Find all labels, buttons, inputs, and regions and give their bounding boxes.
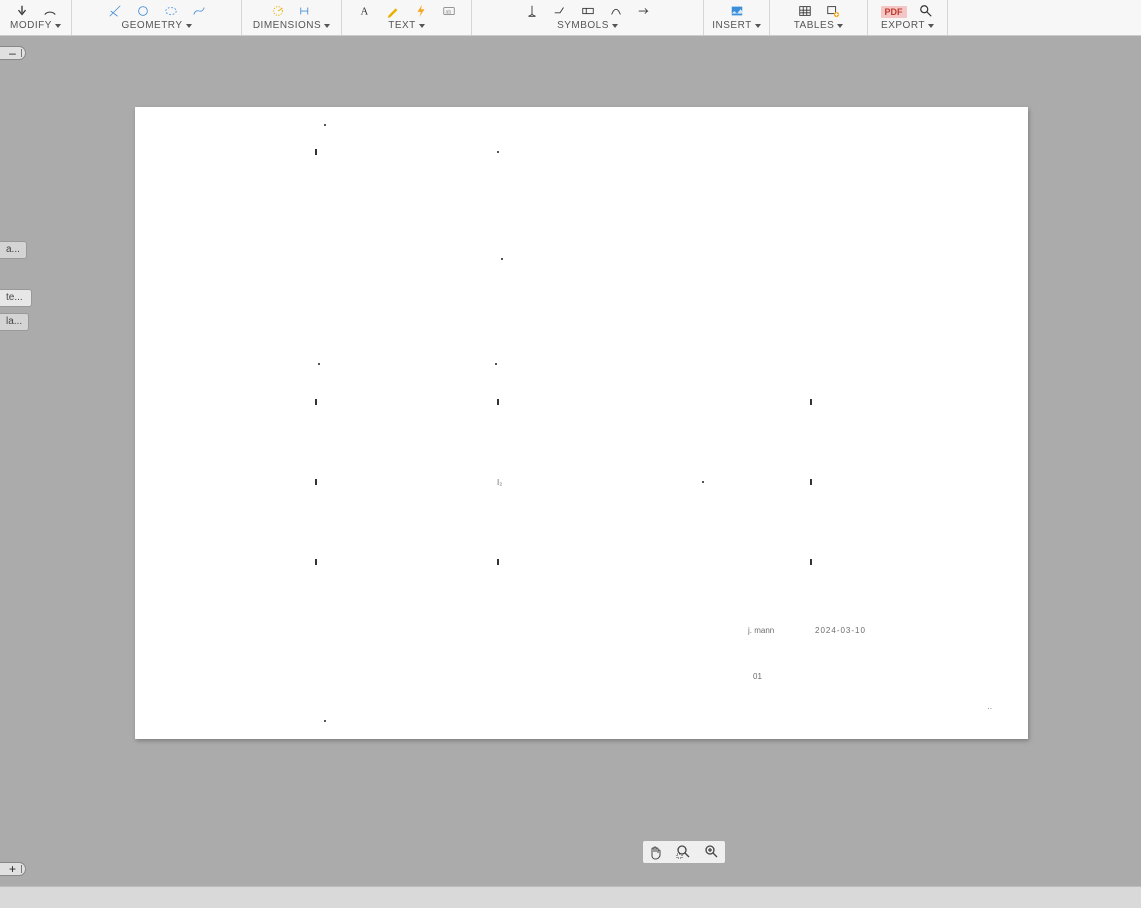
sheet-revision-text: 01	[753, 673, 762, 681]
arrow-down-icon	[13, 4, 31, 18]
ribbon-group-geometry[interactable]: GEOMETRY	[72, 0, 242, 35]
zoom-window-button[interactable]	[673, 843, 695, 861]
surface-icon	[607, 4, 625, 18]
bolt-icon	[412, 4, 430, 18]
sheet-mark: I₂	[497, 479, 502, 487]
ribbon-toolbar: MODIFY GEOMETRY DIMENSIONS A ab TEXT	[0, 0, 1141, 36]
sheet-date-text: 2024-03-10	[815, 627, 866, 635]
sheet-mark	[497, 559, 499, 565]
ribbon-group-insert[interactable]: INSERT	[704, 0, 770, 35]
ribbon-group-symbols[interactable]: SYMBOLS	[472, 0, 704, 35]
gtol-icon	[579, 4, 597, 18]
sheet-mark	[315, 399, 317, 405]
sheet-mark: ··	[987, 705, 992, 713]
panel-collapse-bottom-button[interactable]: +	[0, 862, 26, 876]
circle-icon	[134, 4, 152, 18]
pencil-icon	[384, 4, 402, 18]
chevron-down-icon	[186, 24, 192, 28]
drawing-workspace[interactable]: – a... te... la... + I₂ j. mann 2024-03-…	[0, 36, 1141, 886]
ribbon-group-modify[interactable]: MODIFY	[0, 0, 72, 35]
image-icon	[728, 4, 746, 18]
arc-icon	[41, 4, 59, 18]
sheet-mark	[702, 481, 704, 483]
svg-text:A: A	[360, 7, 368, 18]
ribbon-group-tables[interactable]: TABLES	[770, 0, 868, 35]
linear-dim-icon	[297, 4, 315, 18]
chevron-down-icon	[837, 24, 843, 28]
side-tab-2[interactable]: te...	[0, 289, 32, 307]
hand-icon	[648, 844, 664, 860]
svg-text:ab: ab	[445, 10, 451, 16]
minus-icon: –	[9, 47, 16, 59]
ellipse-dash-icon	[162, 4, 180, 18]
pdf-badge-icon: PDF	[881, 6, 907, 18]
table-icon	[796, 4, 814, 18]
datum-icon	[523, 4, 541, 18]
ribbon-label-symbols: SYMBOLS	[557, 20, 618, 31]
drawing-sheet[interactable]: I₂ j. mann 2024-03-10 01 ··	[135, 107, 1028, 739]
sheet-author-text: j. mann	[748, 627, 774, 635]
sheet-mark	[318, 363, 320, 365]
pan-hand-button[interactable]	[645, 843, 667, 861]
sheet-mark	[810, 399, 812, 405]
ribbon-group-dimensions[interactable]: DIMENSIONS	[242, 0, 342, 35]
sheet-mark	[497, 151, 499, 153]
chevron-down-icon	[324, 24, 330, 28]
zoom-in-icon	[704, 844, 720, 860]
text-a-icon: A	[356, 4, 374, 18]
ribbon-label-geometry: GEOMETRY	[121, 20, 191, 31]
sheet-mark	[315, 479, 317, 485]
ribbon-label-tables: TABLES	[794, 20, 844, 31]
weld-icon	[551, 4, 569, 18]
ribbon-label-modify: MODIFY	[10, 20, 61, 31]
chevron-down-icon	[612, 24, 618, 28]
chevron-down-icon	[55, 24, 61, 28]
sheet-mark	[324, 124, 326, 126]
ribbon-label-text: TEXT	[388, 20, 425, 31]
sheet-mark	[497, 399, 499, 405]
plus-icon: +	[9, 863, 16, 875]
sheet-mark	[810, 479, 812, 485]
side-tab-3[interactable]: la...	[0, 313, 29, 331]
view-tools-toolbar	[642, 840, 726, 864]
field-box-icon: ab	[440, 4, 458, 18]
sheet-mark	[501, 258, 503, 260]
chevron-down-icon	[755, 24, 761, 28]
chevron-down-icon	[419, 24, 425, 28]
sheet-mark	[315, 559, 317, 565]
status-bar	[0, 886, 1141, 908]
sheet-mark	[315, 149, 317, 155]
arrow-icon	[635, 4, 653, 18]
ribbon-label-insert: INSERT	[712, 20, 761, 31]
sheet-mark	[495, 363, 497, 365]
zoom-in-button[interactable]	[701, 843, 723, 861]
magnifier-icon	[917, 4, 935, 18]
chevron-down-icon	[928, 24, 934, 28]
ribbon-label-dimensions: DIMENSIONS	[253, 20, 330, 31]
ribbon-label-export: EXPORT	[881, 20, 934, 31]
sheet-mark	[324, 720, 326, 722]
ribbon-group-export[interactable]: PDF EXPORT	[868, 0, 948, 35]
lines-icon	[106, 4, 124, 18]
side-tab-1[interactable]: a...	[0, 241, 27, 259]
ribbon-group-text[interactable]: A ab TEXT	[342, 0, 472, 35]
table-add-icon	[824, 4, 842, 18]
curve-icon	[190, 4, 208, 18]
panel-collapse-top-button[interactable]: –	[0, 46, 26, 60]
zoom-window-icon	[676, 844, 692, 860]
radial-dim-icon	[269, 4, 287, 18]
sheet-mark	[810, 559, 812, 565]
